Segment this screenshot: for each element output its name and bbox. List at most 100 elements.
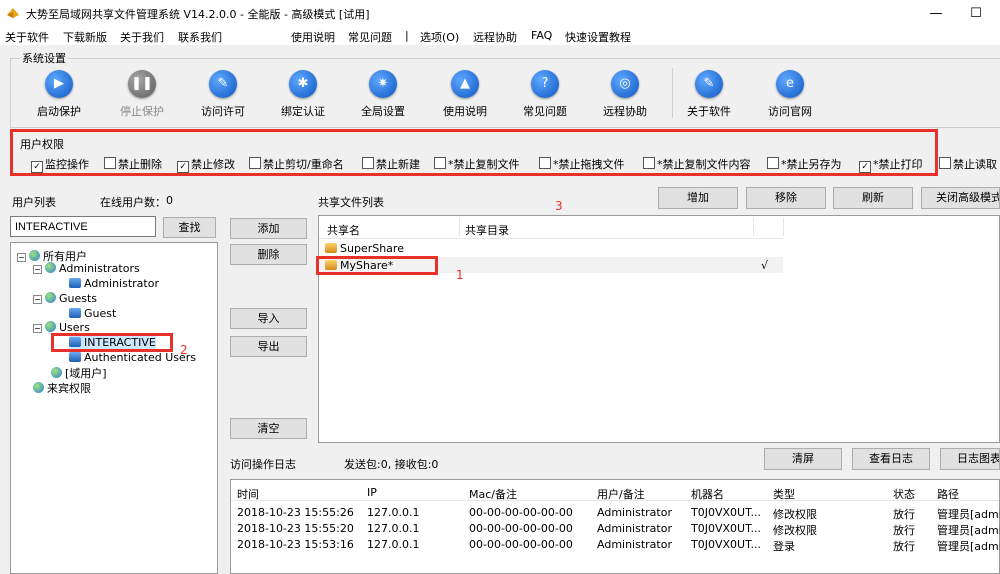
collapse-icon[interactable]: − xyxy=(33,265,42,274)
permission-checkbox-4[interactable]: 禁止剪切/重命名 xyxy=(249,156,344,172)
share-remove-button[interactable]: 移除 xyxy=(746,187,826,209)
annotation-1: 1 xyxy=(456,268,464,282)
permission-checkbox-3[interactable]: ✓ 禁止修改 xyxy=(177,156,235,173)
menu-download[interactable]: 下载新版 xyxy=(63,29,107,45)
menu-contact[interactable]: 联系我们 xyxy=(178,29,222,45)
permission-checkbox-1[interactable]: ✓ 监控操作 xyxy=(31,156,89,173)
menu-options[interactable]: 选项(O) xyxy=(420,29,459,45)
tree-node-guests[interactable]: − Guests xyxy=(33,292,97,305)
log-table[interactable]: 时间 IP Mac/备注 用户/备注 机器名 类型 状态 路径 2018-10-23 15:55… xyxy=(230,479,1000,574)
tree-node-authenticated-users[interactable]: Authenticated Users xyxy=(69,351,196,364)
menu-faq[interactable]: FAQ xyxy=(531,29,552,42)
log-column-header[interactable]: 路径 xyxy=(937,486,959,502)
pause-icon: ❚❚ xyxy=(128,70,156,98)
menu-about-software[interactable]: 关于软件 xyxy=(5,29,49,45)
user-icon xyxy=(69,278,81,288)
permission-checkbox-8[interactable]: *禁止复制文件内容 xyxy=(643,156,751,172)
window-title: 大势至局域网共享文件管理系统 V14.2.0.0 - 全能版 - 高级模式 [试… xyxy=(26,8,370,21)
import-button[interactable]: 导入 xyxy=(230,308,307,329)
log-chart-button[interactable]: 日志图表 xyxy=(940,448,1000,470)
share-row-supershare[interactable]: SuperShare xyxy=(325,242,404,255)
share-refresh-button[interactable]: 刷新 xyxy=(833,187,913,209)
view-log-button[interactable]: 查看日志 xyxy=(852,448,930,470)
tree-node-domain-users[interactable]: [域用户] xyxy=(51,365,107,381)
maximize-button[interactable]: ☐ xyxy=(966,4,986,24)
collapse-icon[interactable]: − xyxy=(33,324,42,333)
permission-checkbox-5[interactable]: 禁止新建 xyxy=(362,156,420,172)
checked-box-icon[interactable]: ✓ xyxy=(31,161,43,173)
menu-separator: | xyxy=(405,29,409,42)
toolbar-button-7[interactable]: ? 常见问题 xyxy=(511,70,579,120)
share-add-button[interactable]: 增加 xyxy=(658,187,738,209)
menu-quick-setup[interactable]: 快速设置教程 xyxy=(565,29,631,45)
permission-label: *禁止复制文件内容 xyxy=(657,158,751,171)
log-cell: 2018-10-23 15:55:20 xyxy=(237,522,354,535)
log-column-header[interactable]: 机器名 xyxy=(691,486,724,502)
checked-box-icon[interactable]: ✓ xyxy=(177,161,189,173)
toolbar-button-3[interactable]: ✎ 访问许可 xyxy=(189,70,257,120)
permission-checkbox-11[interactable]: 禁止读取 xyxy=(939,156,997,172)
system-settings-label: 系统设置 xyxy=(20,50,68,66)
checked-box-icon[interactable]: ✓ xyxy=(859,161,871,173)
key-icon: ✎ xyxy=(209,70,237,98)
log-title: 访问操作日志 xyxy=(230,458,296,471)
unchecked-box-icon[interactable] xyxy=(434,157,446,169)
log-row[interactable]: 2018-10-23 15:53:16 127.0.0.1 00-00-00-00-… xyxy=(231,536,1000,553)
log-column-header[interactable]: 用户/备注 xyxy=(597,486,645,502)
unchecked-box-icon[interactable] xyxy=(767,157,779,169)
unchecked-box-icon[interactable] xyxy=(939,157,951,169)
user-search-input[interactable] xyxy=(10,216,156,237)
tree-node-guest[interactable]: Guest xyxy=(69,307,116,320)
toolbar-button-label: 访问官网 xyxy=(768,105,812,118)
toolbar-button-4[interactable]: ✱ 绑定认证 xyxy=(269,70,337,120)
permission-checkbox-10[interactable]: ✓ *禁止打印 xyxy=(859,156,923,173)
collapse-icon[interactable]: − xyxy=(33,295,42,304)
permission-checkbox-7[interactable]: *禁止拖拽文件 xyxy=(539,156,625,172)
unchecked-box-icon[interactable] xyxy=(643,157,655,169)
export-button[interactable]: 导出 xyxy=(230,336,307,357)
toolbar-button-8[interactable]: ◎ 远程协助 xyxy=(591,70,659,120)
unchecked-box-icon[interactable] xyxy=(104,157,116,169)
collapse-icon[interactable]: − xyxy=(17,253,26,262)
share-file-table[interactable]: 共享名 共享目录 SuperShare MyShare* √ xyxy=(318,215,1000,443)
toolbar-button-6[interactable]: ▲ 使用说明 xyxy=(431,70,499,120)
tree-node-administrators[interactable]: − Administrators xyxy=(33,262,140,275)
log-row[interactable]: 2018-10-23 15:55:26 127.0.0.1 00-00-00-00-… xyxy=(231,504,1000,521)
find-button[interactable]: 查找 xyxy=(163,217,216,238)
log-column-header[interactable]: 状态 xyxy=(893,486,915,502)
toolbar-button-5[interactable]: ✷ 全局设置 xyxy=(349,70,417,120)
menu-usage[interactable]: 使用说明 xyxy=(291,29,335,45)
clear-button[interactable]: 清空 xyxy=(230,418,307,439)
menu-faq-cn[interactable]: 常见问题 xyxy=(348,29,392,45)
log-column-header[interactable]: 类型 xyxy=(773,486,795,502)
tree-label-domain: [域用户] xyxy=(65,367,107,380)
unchecked-box-icon[interactable] xyxy=(362,157,374,169)
close-advanced-mode-button[interactable]: 关闭高级模式 xyxy=(921,187,1000,209)
log-column-header[interactable]: 时间 xyxy=(237,486,259,502)
toolbar-button-1[interactable]: ▶ 启动保护 xyxy=(25,70,93,120)
permission-checkbox-2[interactable]: 禁止删除 xyxy=(104,156,162,172)
add-user-button[interactable]: 添加 xyxy=(230,218,307,239)
unchecked-box-icon[interactable] xyxy=(249,157,261,169)
permission-checkbox-9[interactable]: *禁止另存为 xyxy=(767,156,842,172)
log-stats: 发送包:0, 接收包:0 xyxy=(344,458,439,471)
toolbar-button-2[interactable]: ❚❚ 停止保护 xyxy=(108,70,176,120)
col-share-name[interactable]: 共享名 xyxy=(327,222,360,238)
delete-user-button[interactable]: 删除 xyxy=(230,244,307,265)
menu-about-us[interactable]: 关于我们 xyxy=(120,29,164,45)
permission-checkbox-6[interactable]: *禁止复制文件 xyxy=(434,156,520,172)
log-cell: 放行 xyxy=(893,540,915,553)
tree-node-guest-permission[interactable]: 来宾权限 xyxy=(33,380,91,396)
toolbar-button-9[interactable]: ✎ 关于软件 xyxy=(675,70,743,120)
minimize-button[interactable]: — xyxy=(926,4,946,24)
menu-remote[interactable]: 远程协助 xyxy=(473,29,517,45)
log-row[interactable]: 2018-10-23 15:55:20 127.0.0.1 00-00-00-00-… xyxy=(231,520,1000,537)
log-column-header[interactable]: IP xyxy=(367,486,377,499)
unchecked-box-icon[interactable] xyxy=(539,157,551,169)
log-column-header[interactable]: Mac/备注 xyxy=(469,486,517,502)
tree-node-administrator[interactable]: Administrator xyxy=(69,277,159,290)
user-tree[interactable]: − 所有用户 − Administrators Administrator − Gue… xyxy=(10,242,218,574)
toolbar-button-10[interactable]: e 访问官网 xyxy=(756,70,824,120)
clear-screen-button[interactable]: 清屏 xyxy=(764,448,842,470)
col-share-dir[interactable]: 共享目录 xyxy=(465,222,509,238)
